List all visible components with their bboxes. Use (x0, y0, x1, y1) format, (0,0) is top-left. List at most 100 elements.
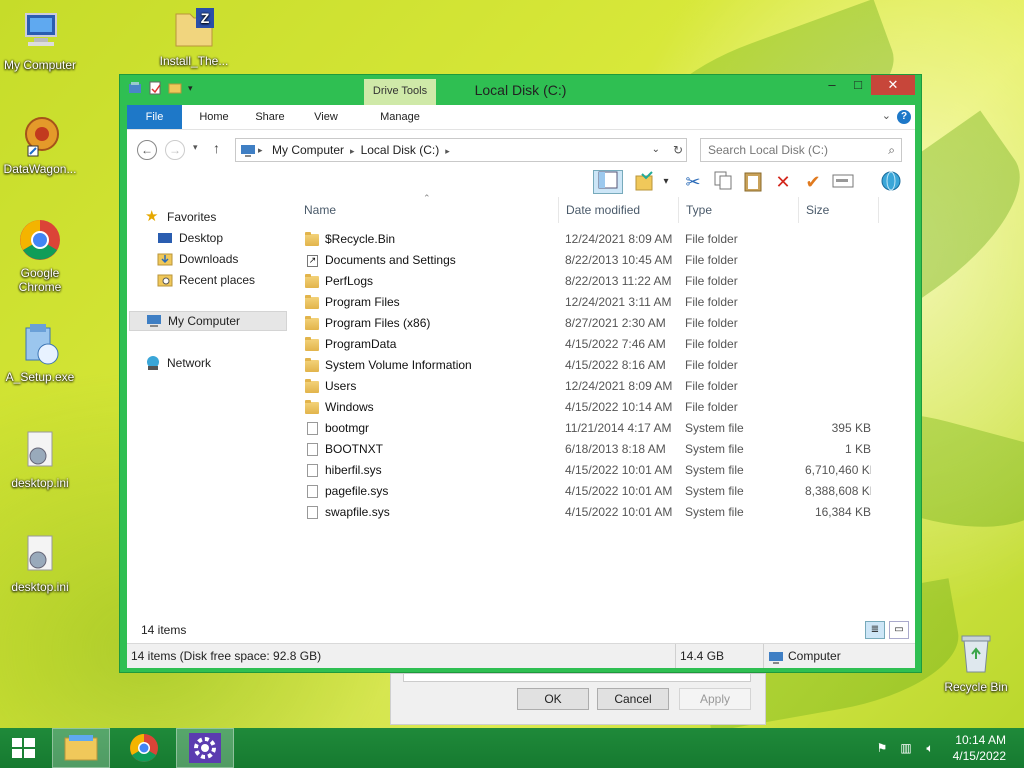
address-box[interactable]: ▸ My Computer ▸ Local Disk (C:) ▸ ⌄ (235, 138, 687, 162)
rename-icon[interactable] (831, 170, 855, 194)
checkmark-icon[interactable]: ✔ (801, 170, 825, 194)
folder-options-dropdown-icon[interactable]: ▾ (659, 170, 673, 194)
search-placeholder: Search Local Disk (C:) (708, 143, 829, 157)
title-bar[interactable]: ▾ Local Disk (C:) – □ ✕ (120, 75, 921, 105)
collapse-ribbon-icon[interactable]: ⌄ (882, 109, 891, 122)
minimize-button[interactable]: – (819, 75, 845, 95)
forward-button[interactable]: → (165, 140, 185, 160)
system-clock[interactable]: 10:14 AM 4/15/2022 (953, 732, 1006, 764)
apply-button[interactable]: Apply (679, 688, 751, 710)
file-type: File folder (685, 358, 738, 372)
table-row[interactable]: hiberfil.sys 4/15/2022 10:01 AM System fil… (297, 460, 915, 481)
file-type: System file (685, 421, 744, 435)
tab-home[interactable]: Home (189, 105, 239, 129)
desktop-icon-desktop-ini[interactable]: desktop.ini (0, 426, 80, 490)
explorer-content: ★ Favorites Desktop Downloads Recent pla… (127, 193, 915, 643)
ribbon-tabs: Drive Tools File Home Share View Manage … (127, 79, 915, 129)
tab-file[interactable]: File (127, 105, 182, 129)
nav-downloads[interactable]: Downloads (157, 249, 238, 269)
cut-icon[interactable]: ✂ (681, 170, 705, 194)
table-row[interactable]: pagefile.sys 4/15/2022 10:01 AM System fil… (297, 481, 915, 502)
column-header-name[interactable]: Name (297, 197, 559, 223)
back-button[interactable]: ← (137, 140, 157, 160)
address-dropdown-icon[interactable]: ⌄ (652, 139, 660, 161)
file-name-cell: BOOTNXT (305, 439, 555, 460)
taskbar-chrome[interactable] (116, 728, 174, 768)
table-row[interactable]: bootmgr 11/21/2014 4:17 AM System file 395 … (297, 418, 915, 439)
item-count: 14 items (141, 623, 187, 637)
action-center-flag-icon[interactable]: ⚑ (874, 740, 890, 756)
tab-share[interactable]: Share (245, 105, 295, 129)
table-row[interactable]: Program Files 12/24/2021 3:11 AM File fold… (297, 292, 915, 313)
table-row[interactable]: $Recycle.Bin 12/24/2021 8:09 AM File folde… (297, 229, 915, 250)
tab-manage[interactable]: Manage (364, 105, 436, 129)
details-view-icon[interactable]: ≣ (865, 621, 885, 639)
paste-icon[interactable] (741, 170, 765, 194)
table-row[interactable]: BOOTNXT 6/18/2013 8:18 AM System file 1 KB (297, 439, 915, 460)
desktop-icon-desktop-ini[interactable]: desktop.ini (0, 530, 80, 594)
file-type: File folder (685, 295, 738, 309)
file-type: File folder (685, 379, 738, 393)
archive-file-icon: Z (170, 4, 218, 52)
column-header-date-modified[interactable]: Date modified (559, 197, 679, 223)
column-header-size[interactable]: Size (799, 197, 879, 223)
file-size: 16,384 KB (814, 505, 871, 519)
taskbar-file-explorer[interactable] (52, 728, 110, 768)
table-row[interactable]: Windows 4/15/2022 10:14 AM File folder (297, 397, 915, 418)
desktop-icon-datawagon[interactable]: DataWagon... (0, 112, 80, 176)
globe-icon[interactable] (879, 170, 903, 194)
large-icons-view-icon[interactable]: ▭ (889, 621, 909, 639)
table-row[interactable]: PerfLogs 8/22/2013 11:22 AM File folder (297, 271, 915, 292)
search-input[interactable]: Search Local Disk (C:) ⌕ (700, 138, 902, 162)
up-arrow-icon[interactable]: ↑ (213, 140, 220, 156)
maximize-button[interactable]: □ (845, 75, 871, 95)
volume-muted-icon[interactable]: 🔈︎ (922, 740, 938, 756)
table-row[interactable]: ↗ Documents and Settings 8/22/2013 10:45 A… (297, 250, 915, 271)
nav-label: Favorites (167, 210, 217, 224)
nav-recent-places[interactable]: Recent places (157, 270, 255, 290)
nav-network[interactable]: Network (145, 353, 211, 373)
recent-locations-icon[interactable]: ▾ (193, 142, 198, 153)
table-row[interactable]: Users 12/24/2021 8:09 AM File folder (297, 376, 915, 397)
search-icon[interactable]: ⌕ (888, 139, 895, 161)
table-row[interactable]: Program Files (x86) 8/27/2021 2:30 AM File… (297, 313, 915, 334)
network-status-icon[interactable]: ▥ (898, 740, 914, 756)
start-button[interactable] (0, 728, 48, 768)
taskbar-settings[interactable] (176, 728, 234, 768)
table-row[interactable]: swapfile.sys 4/15/2022 10:01 AM System fil… (297, 502, 915, 523)
breadcrumb-my-computer[interactable]: My Computer (272, 143, 344, 157)
file-name: bootmgr (325, 421, 370, 435)
close-button[interactable]: ✕ (871, 75, 915, 95)
folder-options-icon[interactable] (633, 170, 657, 194)
table-row[interactable]: ProgramData 4/15/2022 7:46 AM File folder (297, 334, 915, 355)
breadcrumb-local-disk[interactable]: Local Disk (C:) (361, 143, 440, 157)
nav-favorites[interactable]: ★ Favorites (145, 207, 216, 227)
help-icon[interactable]: ? (897, 110, 911, 124)
gear-icon (189, 733, 221, 763)
folder-icon (305, 336, 319, 351)
file-type: File folder (685, 232, 738, 246)
file-name: hiberfil.sys (325, 463, 382, 477)
desktop-icon-chrome[interactable]: Google Chrome (0, 216, 80, 294)
desktop-icon-a-setup[interactable]: A_Setup.exe (0, 320, 80, 384)
tab-view[interactable]: View (301, 105, 351, 129)
nav-label: Desktop (179, 231, 224, 245)
computer-icon (240, 143, 256, 165)
desktop-icon-recycle-bin[interactable]: Recycle Bin (936, 630, 1016, 694)
status-location-label: Computer (788, 649, 841, 663)
desktop-icon-install[interactable]: Z Install_The... (154, 4, 234, 68)
table-row[interactable]: System Volume Information 4/15/2022 8:16 … (297, 355, 915, 376)
preview-pane-icon[interactable] (593, 170, 623, 194)
status-bar: 14 items (Disk free space: 92.8 GB) 14.4… (127, 643, 915, 668)
nav-my-computer[interactable]: My Computer (129, 311, 287, 331)
view-switcher: ≣ ▭ (865, 621, 909, 639)
nav-desktop[interactable]: Desktop (157, 228, 223, 248)
file-type: System file (685, 505, 744, 519)
delete-icon[interactable]: ✕ (771, 170, 795, 194)
copy-icon[interactable] (711, 170, 735, 194)
column-header-type[interactable]: Type (679, 197, 799, 223)
refresh-icon[interactable]: ↻ (667, 139, 689, 161)
desktop-icon-my-computer[interactable]: My Computer (0, 8, 80, 72)
ok-button[interactable]: OK (517, 688, 589, 710)
cancel-button[interactable]: Cancel (597, 688, 669, 710)
